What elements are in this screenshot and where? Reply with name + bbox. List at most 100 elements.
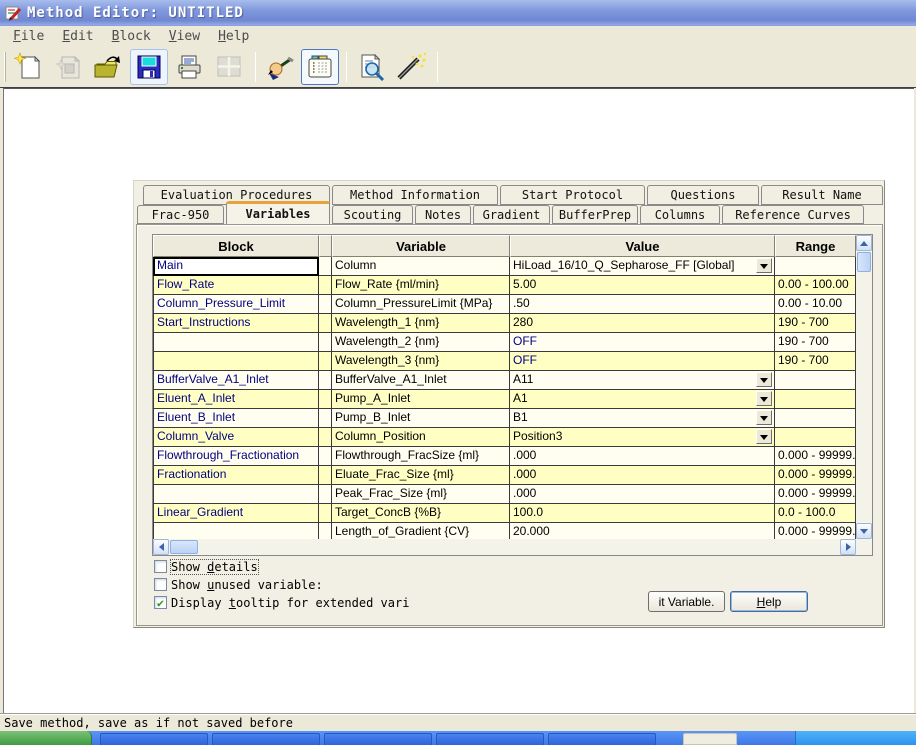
- variable-cell[interactable]: Flow_Rate {ml/min}: [332, 276, 510, 295]
- vertical-scroll-track[interactable]: [856, 273, 872, 523]
- tab-questions[interactable]: Questions: [647, 185, 759, 205]
- value-cell[interactable]: OFF: [510, 333, 775, 352]
- scroll-up-button[interactable]: [856, 235, 872, 251]
- value-cell[interactable]: .000: [510, 485, 775, 504]
- block-cell[interactable]: Flow_Rate: [153, 276, 319, 295]
- checkbox-box[interactable]: [154, 560, 167, 573]
- checkbox-box[interactable]: [154, 596, 167, 609]
- menu-edit[interactable]: Edit: [53, 28, 102, 45]
- block-cell[interactable]: Flowthrough_Fractionation: [153, 447, 319, 466]
- taskbar-window-button[interactable]: [100, 733, 208, 745]
- menu-file[interactable]: File: [4, 28, 53, 45]
- taskbar-window-button[interactable]: [324, 733, 432, 745]
- scroll-right-button[interactable]: [840, 539, 856, 555]
- variable-cell[interactable]: Column_Position: [332, 428, 510, 447]
- toolbar-grip[interactable]: [4, 52, 6, 82]
- menu-block[interactable]: Block: [103, 28, 160, 45]
- value-cell[interactable]: .000: [510, 447, 775, 466]
- sign-method-button[interactable]: [261, 49, 299, 85]
- block-cell[interactable]: BufferValve_A1_Inlet: [153, 371, 319, 390]
- variable-cell[interactable]: Pump_B_Inlet: [332, 409, 510, 428]
- variable-cell[interactable]: Wavelength_1 {nm}: [332, 314, 510, 333]
- value-cell[interactable]: .000: [510, 466, 775, 485]
- block-cell[interactable]: Column_Valve: [153, 428, 319, 447]
- value-cell[interactable]: 280: [510, 314, 775, 333]
- block-cell[interactable]: [153, 352, 319, 371]
- variable-cell[interactable]: Wavelength_2 {nm}: [332, 333, 510, 352]
- tab-method-information[interactable]: Method Information: [332, 185, 498, 205]
- taskbar-active-window-button[interactable]: [683, 733, 737, 745]
- variable-cell[interactable]: Column_PressureLimit {MPa}: [332, 295, 510, 314]
- value-cell[interactable]: Position3: [510, 428, 775, 447]
- method-wizard-button[interactable]: [392, 49, 430, 85]
- variable-cell[interactable]: Flowthrough_FracSize {ml}: [332, 447, 510, 466]
- block-cell[interactable]: [153, 523, 319, 539]
- value-cell[interactable]: B1: [510, 409, 775, 428]
- block-cell[interactable]: Eluent_B_Inlet: [153, 409, 319, 428]
- variable-cell[interactable]: Peak_Frac_Size {ml}: [332, 485, 510, 504]
- block-cell[interactable]: Fractionation: [153, 466, 319, 485]
- title-bar[interactable]: Method Editor: UNTITLED: [0, 0, 916, 26]
- taskbar-window-button[interactable]: [212, 733, 320, 745]
- dropdown-arrow-button[interactable]: [756, 410, 772, 425]
- value-cell[interactable]: A11: [510, 371, 775, 390]
- open-method-button[interactable]: [90, 49, 128, 85]
- tab-reference-curves[interactable]: Reference Curves: [722, 205, 864, 224]
- dropdown-arrow-button[interactable]: [756, 258, 772, 273]
- method-notebook-button[interactable]: [301, 49, 339, 85]
- tab-gradient[interactable]: Gradient: [473, 205, 550, 224]
- block-cell[interactable]: [153, 485, 319, 504]
- variable-cell[interactable]: BufferValve_A1_Inlet: [332, 371, 510, 390]
- variable-cell[interactable]: Wavelength_3 {nm}: [332, 352, 510, 371]
- value-cell[interactable]: .50: [510, 295, 775, 314]
- checkbox-box[interactable]: [154, 578, 167, 591]
- tab-bufferprep[interactable]: BufferPrep: [552, 205, 638, 224]
- tab-notes[interactable]: Notes: [415, 205, 471, 224]
- tab-result-name[interactable]: Result Name: [761, 185, 883, 205]
- save-method-button[interactable]: [130, 49, 168, 85]
- value-cell[interactable]: 100.0: [510, 504, 775, 523]
- scroll-left-button[interactable]: [153, 539, 169, 555]
- variable-cell[interactable]: Length_of_Gradient {CV}: [332, 523, 510, 539]
- variable-cell[interactable]: Pump_A_Inlet: [332, 390, 510, 409]
- variable-cell[interactable]: Target_ConcB {%B}: [332, 504, 510, 523]
- tab-start-protocol[interactable]: Start Protocol: [500, 185, 645, 205]
- block-cell[interactable]: Linear_Gradient: [153, 504, 319, 523]
- tab-columns[interactable]: Columns: [640, 205, 720, 224]
- taskbar-window-button[interactable]: [548, 733, 656, 745]
- vertical-scroll-thumb[interactable]: [857, 252, 871, 272]
- vertical-scrollbar[interactable]: [856, 235, 872, 539]
- show-unused-variable-checkbox[interactable]: Show unused variable:: [154, 577, 323, 592]
- block-cell[interactable]: Column_Pressure_Limit: [153, 295, 319, 314]
- help-button[interactable]: Help: [730, 591, 808, 612]
- variable-cell[interactable]: Eluate_Frac_Size {ml}: [332, 466, 510, 485]
- block-cell[interactable]: Main: [153, 257, 319, 276]
- value-cell[interactable]: HiLoad_16/10_Q_Sepharose_FF [Global]: [510, 257, 775, 276]
- value-cell[interactable]: OFF: [510, 352, 775, 371]
- taskbar-window-button[interactable]: [436, 733, 544, 745]
- display-tooltip-checkbox[interactable]: Display tooltip for extended vari: [154, 595, 409, 610]
- block-cell[interactable]: [153, 333, 319, 352]
- new-method-button[interactable]: [10, 49, 48, 85]
- show-details-checkbox[interactable]: Show details: [154, 559, 258, 574]
- tab-scouting[interactable]: Scouting: [332, 205, 413, 224]
- edit-variable-button[interactable]: it Variable.: [648, 591, 725, 612]
- block-cell[interactable]: Start_Instructions: [153, 314, 319, 333]
- print-button[interactable]: [170, 49, 208, 85]
- tab-variables[interactable]: Variables: [226, 201, 330, 224]
- menu-help[interactable]: Help: [209, 28, 258, 45]
- variable-cell[interactable]: Column: [332, 257, 510, 276]
- horizontal-scrollbar[interactable]: [153, 539, 856, 555]
- block-cell[interactable]: Eluent_A_Inlet: [153, 390, 319, 409]
- system-tray[interactable]: [795, 731, 916, 745]
- scroll-down-button[interactable]: [856, 523, 872, 539]
- value-cell[interactable]: 20.000: [510, 523, 775, 539]
- start-button[interactable]: [0, 731, 92, 745]
- value-cell[interactable]: A1: [510, 390, 775, 409]
- value-cell[interactable]: 5.00: [510, 276, 775, 295]
- horizontal-scroll-track[interactable]: [199, 539, 840, 555]
- dropdown-arrow-button[interactable]: [756, 429, 772, 444]
- dropdown-arrow-button[interactable]: [756, 372, 772, 387]
- horizontal-scroll-thumb[interactable]: [170, 540, 198, 554]
- dropdown-arrow-button[interactable]: [756, 391, 772, 406]
